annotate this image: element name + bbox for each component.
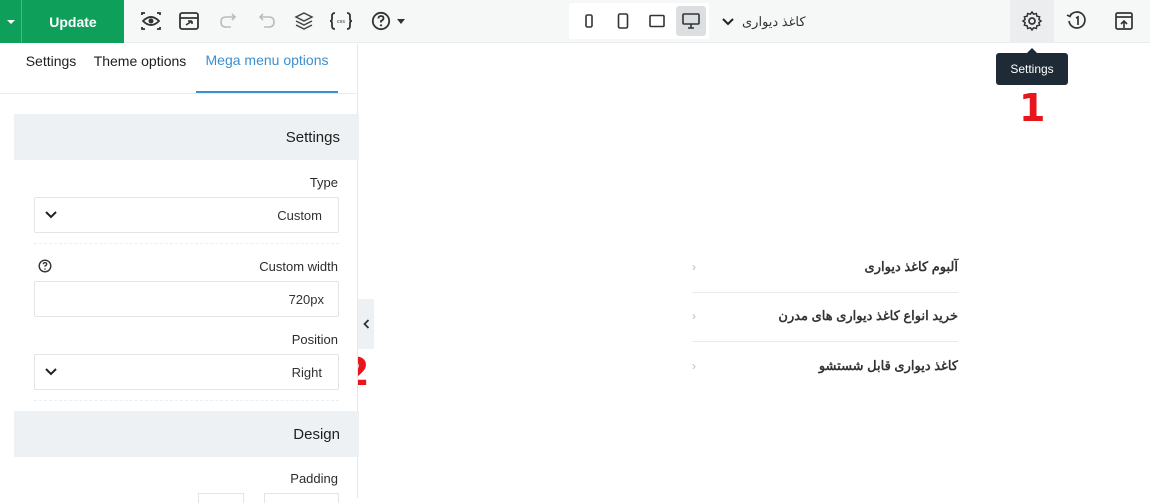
- gear-icon: [1019, 8, 1045, 34]
- chevron-left-icon: ‹: [692, 358, 696, 373]
- caret-down-icon: [397, 18, 405, 24]
- chevron-down-icon: [45, 211, 57, 219]
- device-switcher: [569, 3, 709, 39]
- position-label: Position: [291, 332, 338, 347]
- tablet-landscape-button[interactable]: [642, 6, 672, 36]
- divider: [34, 400, 339, 401]
- update-button-group: Update: [0, 0, 124, 43]
- history-icon[interactable]: [1064, 8, 1090, 34]
- mobile-icon: [585, 14, 593, 28]
- type-select[interactable]: Custom: [34, 197, 339, 233]
- sidebar-tabs: Settings Theme options Mega menu options: [0, 44, 357, 94]
- type-label: Type: [309, 175, 338, 190]
- design-section-header[interactable]: Design: [14, 411, 359, 457]
- css-icon[interactable]: css: [328, 8, 354, 34]
- menu-item-label: خرید انواع کاغذ دیواری های مدرن: [778, 308, 958, 323]
- divider: [34, 243, 339, 244]
- tab-theme-options[interactable]: Theme options: [84, 43, 196, 93]
- tablet-portrait-icon: [617, 13, 629, 29]
- responsive-preview-icon[interactable]: [176, 8, 202, 34]
- type-select-value: Custom: [277, 207, 322, 223]
- help-menu[interactable]: [371, 8, 415, 34]
- update-options-dropdown[interactable]: [0, 0, 22, 43]
- menu-item[interactable]: کاغذ دیواری قابل شستشو ‹: [692, 342, 958, 391]
- menu-item[interactable]: آلبوم کاغذ دیواری ‹: [692, 244, 958, 293]
- update-button[interactable]: Update: [22, 0, 124, 43]
- tab-mega-menu-options[interactable]: Mega menu options: [196, 43, 338, 93]
- chevron-left-icon: ‹: [692, 309, 696, 323]
- undo-icon[interactable]: [253, 8, 279, 34]
- help-icon[interactable]: [38, 259, 52, 273]
- preview-icon[interactable]: [138, 8, 164, 34]
- page-name: کاغذ دیواری: [742, 13, 806, 29]
- settings-section-header[interactable]: Settings: [14, 114, 359, 160]
- desktop-device-button[interactable]: [676, 6, 706, 36]
- svg-text:css: css: [337, 19, 345, 25]
- tablet-landscape-icon: [649, 14, 665, 28]
- chevron-down-icon: [45, 368, 57, 376]
- redo-icon[interactable]: [216, 8, 242, 34]
- custom-width-input[interactable]: 720px: [34, 281, 339, 317]
- mobile-device-button[interactable]: [574, 6, 604, 36]
- position-select-value: Right: [291, 364, 322, 380]
- menu-item-label: آلبوم کاغذ دیواری: [864, 259, 958, 274]
- position-select[interactable]: Right: [34, 354, 339, 390]
- page-selector[interactable]: کاغذ دیواری: [722, 0, 832, 43]
- tab-settings[interactable]: Settings: [18, 43, 84, 93]
- padding-input-right[interactable]: [264, 493, 339, 503]
- exit-builder-icon[interactable]: [1111, 8, 1137, 34]
- desktop-icon: [682, 13, 700, 29]
- collapse-sidebar-button[interactable]: [358, 299, 374, 349]
- menu-item-label: کاغذ دیواری قابل شستشو: [818, 357, 958, 373]
- layers-icon[interactable]: [291, 8, 317, 34]
- chevron-down-icon: [722, 17, 734, 25]
- tablet-portrait-button[interactable]: [608, 6, 638, 36]
- settings-button[interactable]: [1010, 0, 1054, 43]
- settings-tooltip: Settings: [996, 48, 1068, 85]
- padding-label: Padding: [290, 471, 338, 486]
- chevron-left-icon: ‹: [692, 260, 696, 274]
- annotation-number-1: 1: [1019, 86, 1046, 130]
- padding-input-left[interactable]: [198, 493, 244, 503]
- help-icon: [371, 11, 391, 31]
- settings-sidebar: Settings Theme options Mega menu options…: [0, 44, 359, 498]
- chevron-left-icon: [362, 319, 369, 329]
- menu-item[interactable]: خرید انواع کاغذ دیواری های مدرن ‹: [692, 293, 958, 342]
- mega-menu-preview: آلبوم کاغذ دیواری ‹ خرید انواع کاغذ دیوا…: [692, 244, 958, 391]
- custom-width-label: Custom width: [259, 259, 338, 274]
- top-toolbar: Update css کاغذ دیواری: [0, 0, 1150, 43]
- caret-down-icon: [6, 19, 15, 24]
